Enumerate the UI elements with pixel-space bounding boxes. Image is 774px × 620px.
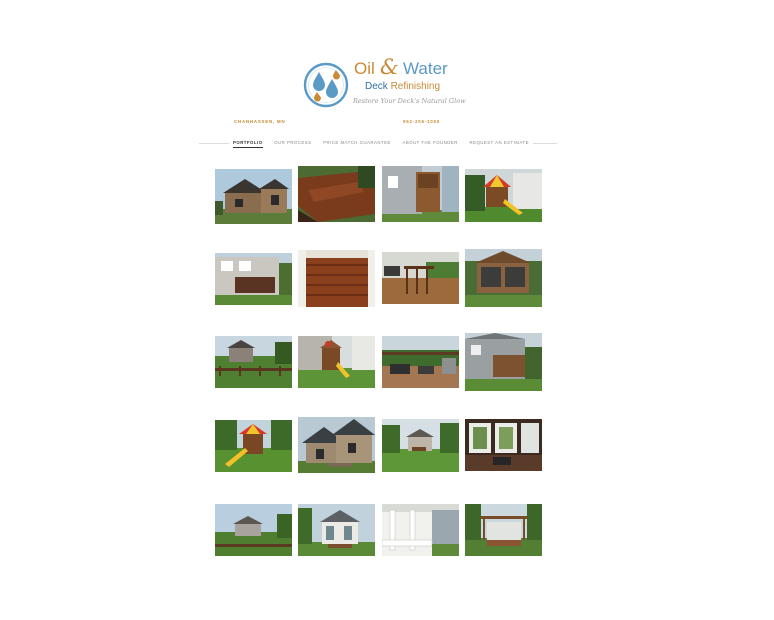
sunroom-interior-photo [465, 419, 542, 471]
porch-columns-photo [382, 504, 459, 556]
deck-side-house-photo [382, 166, 459, 222]
playset-yard-photo [298, 336, 375, 388]
phone-link[interactable]: 952-206-1050 [403, 119, 440, 124]
backyard-fence-photo [215, 336, 292, 388]
gallery-photo[interactable] [298, 417, 375, 473]
deck-boards-closeup-photo [298, 250, 375, 307]
gallery-photo[interactable] [298, 250, 375, 307]
gallery-photo[interactable] [215, 420, 292, 472]
gallery-photo[interactable] [465, 419, 542, 471]
logo-word-oil: Oil [354, 59, 375, 78]
nav-divider-left [199, 143, 229, 144]
gallery-photo[interactable] [382, 504, 459, 556]
gallery-photo[interactable] [465, 169, 542, 222]
gallery-photo[interactable] [382, 336, 459, 388]
gallery-photo[interactable] [215, 169, 292, 224]
main-nav: PORTFOLIO OUR PROCESS PRICE MATCH GUARAN… [233, 140, 529, 148]
deck-grey-house-photo [465, 333, 542, 391]
portfolio-gallery [215, 166, 542, 558]
gallery-photo[interactable] [382, 166, 459, 222]
location-text: CHANHASSEN, MN [234, 119, 286, 124]
nav-our-process[interactable]: OUR PROCESS [274, 140, 311, 148]
logo-subtitle: Deck Refinishing [365, 81, 440, 92]
playset-photo [465, 169, 542, 222]
gallery-photo[interactable] [465, 249, 542, 307]
playset-slide-photo [215, 420, 292, 472]
logo-tagline: Restore Your Deck's Natural Glow [353, 97, 466, 105]
gallery-photo[interactable] [382, 252, 459, 304]
gallery-photo[interactable] [382, 419, 459, 472]
nav-portfolio[interactable]: PORTFOLIO [233, 140, 263, 148]
stone-house-front-photo [298, 417, 375, 473]
nav-about-the-founder[interactable]: ABOUT THE FOUNDER [402, 140, 457, 148]
gazebo-house-photo [298, 504, 375, 556]
screened-porch-photo [465, 249, 542, 307]
pergola-patio-photo [465, 504, 542, 556]
gallery-photo[interactable] [298, 504, 375, 556]
gallery-photo[interactable] [215, 504, 292, 556]
logo-word-refinishing: Refinishing [390, 81, 441, 92]
nav-request-an-estimate[interactable]: REQUEST AN ESTIMATE [470, 140, 529, 148]
gallery-photo[interactable] [215, 336, 292, 388]
backyard-lawn-photo [382, 419, 459, 472]
patio-furniture-photo [382, 336, 459, 388]
droplets-logo-icon [303, 62, 349, 108]
nav-divider-right [533, 143, 557, 144]
gallery-photo[interactable] [298, 336, 375, 388]
house-rear-deck-photo [215, 253, 292, 305]
gallery-photo[interactable] [215, 253, 292, 305]
nav-price-match-guarantee[interactable]: PRICE MATCH GUARANTEE [323, 140, 391, 148]
logo-word-water: Water [403, 59, 448, 78]
logo[interactable]: Oil & Water Deck Refinishing Restore You… [303, 55, 466, 112]
logo-word-deck: Deck [365, 81, 388, 92]
backyard-distance-photo [215, 504, 292, 556]
deck-railing-patio-photo [382, 252, 459, 304]
logo-ampersand: & [380, 55, 399, 79]
stained-deck-photo [298, 166, 375, 222]
house-exterior-photo [215, 169, 292, 224]
gallery-photo[interactable] [465, 504, 542, 556]
gallery-photo[interactable] [465, 333, 542, 391]
gallery-photo[interactable] [298, 166, 375, 222]
